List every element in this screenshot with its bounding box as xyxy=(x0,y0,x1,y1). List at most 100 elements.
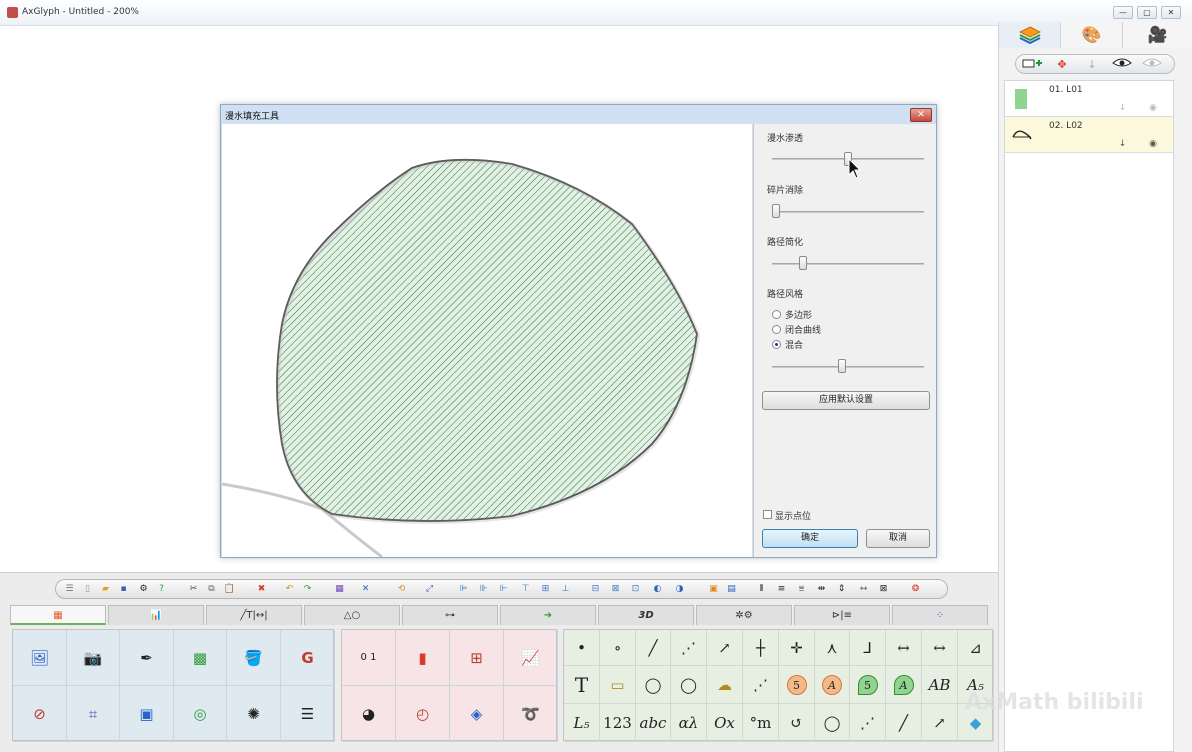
tab-lines-text[interactable]: ╱T|↔| xyxy=(206,605,302,625)
number-pin-green[interactable]: 5 xyxy=(850,666,886,704)
add-layer-icon[interactable] xyxy=(1020,57,1044,72)
circle-symbol[interactable]: ◯ xyxy=(815,704,850,742)
vector-arrow-symbol[interactable]: ↗ xyxy=(922,704,958,742)
align-right-icon[interactable]: ⊩ xyxy=(496,583,511,596)
same-width-icon[interactable]: ⇹ xyxy=(814,583,829,596)
align-left-icon[interactable]: ⊫ xyxy=(456,583,471,596)
tab-arrows[interactable]: ➜ xyxy=(500,605,596,625)
cancel-button[interactable]: 取消 xyxy=(866,529,930,548)
layer-item[interactable]: 01. L01 ↓ ◉ xyxy=(1005,81,1173,117)
help-icon[interactable]: ? xyxy=(154,583,169,596)
open-folder-icon[interactable]: ▰ xyxy=(98,583,113,596)
cut-icon[interactable]: ✂ xyxy=(186,583,201,596)
surface-plot-icon[interactable]: ◈ xyxy=(450,686,504,742)
arrow-symbol[interactable]: ↗ xyxy=(707,630,743,666)
move-down-red-icon[interactable]: ✥ xyxy=(1050,57,1074,72)
space-h-icon[interactable]: ⫴ xyxy=(754,583,769,596)
palette-tab[interactable]: 🎨 xyxy=(1061,22,1123,48)
mirror-icon[interactable]: ◑ xyxy=(672,583,687,596)
gauge-icon[interactable]: ◴ xyxy=(396,686,450,742)
geogebra-icon[interactable]: G xyxy=(281,630,335,686)
insert-image-icon[interactable]: 🖼 xyxy=(13,630,67,686)
apply-default-button[interactable]: 应用默认设置 xyxy=(762,391,930,410)
abc-symbol[interactable]: abc xyxy=(636,704,671,742)
spiral-icon[interactable]: ➰ xyxy=(504,686,558,742)
align-middle-icon[interactable]: ⊞ xyxy=(538,583,553,596)
layer-item-selected[interactable]: 02. L02 ↓ ◉ xyxy=(1005,117,1173,153)
corner-axes-symbol[interactable]: ⅃ xyxy=(850,630,886,666)
rotate-icon[interactable]: ⟲ xyxy=(394,583,409,596)
ring-tool-icon[interactable]: ◎ xyxy=(174,686,227,742)
screenshot-icon[interactable]: 📷 xyxy=(67,630,120,686)
show-eye-icon[interactable] xyxy=(1110,57,1134,72)
greek-symbol[interactable]: αλ xyxy=(671,704,707,742)
measure-symbol[interactable]: ⋰ xyxy=(743,666,779,704)
hide-eye-icon[interactable] xyxy=(1140,57,1164,72)
line-symbol[interactable]: ╱ xyxy=(636,630,671,666)
fill-bucket-icon[interactable]: 🪣 xyxy=(227,630,281,686)
graph-plot-icon[interactable]: ⊞ xyxy=(450,630,504,686)
minimize-button[interactable]: — xyxy=(1113,6,1133,19)
fragment-removal-slider[interactable] xyxy=(772,211,924,213)
delete-icon[interactable]: ✖ xyxy=(254,583,269,596)
three-axes-symbol[interactable]: ⋏ xyxy=(815,630,850,666)
brain-icon[interactable]: ✺ xyxy=(227,686,281,742)
number-format-symbol[interactable]: 123 xyxy=(600,704,636,742)
text-symbol[interactable]: T xyxy=(564,666,600,704)
dimension-symbol[interactable]: ↔ xyxy=(886,630,922,666)
group-icon[interactable]: ▣ xyxy=(706,583,721,596)
number-badge-orange[interactable]: 5 xyxy=(779,666,815,704)
fragment-removal-thumb[interactable] xyxy=(772,204,780,218)
number-line-icon[interactable]: 0 1 xyxy=(342,630,396,686)
distribute-icon[interactable]: ⊡ xyxy=(628,583,643,596)
ox-symbol[interactable]: Ox xyxy=(707,704,743,742)
equal-space-icon[interactable]: ⩸ xyxy=(794,583,809,596)
distribute-v-icon[interactable]: ⊠ xyxy=(608,583,623,596)
ellipse-tool-icon[interactable]: ⊘ xyxy=(13,686,67,742)
axes-symbol[interactable]: ✛ xyxy=(779,630,815,666)
callout-rect-symbol[interactable]: ▭ xyxy=(600,666,636,704)
dot-symbol[interactable]: • xyxy=(564,630,600,666)
tab-circuits[interactable]: ⊳|≡ xyxy=(794,605,890,625)
tab-connectors[interactable]: ⊶ xyxy=(402,605,498,625)
align-bottom-icon[interactable]: ⊥ xyxy=(558,583,573,596)
dots-circle-icon[interactable]: ❂ xyxy=(908,583,923,596)
space-v-icon[interactable]: ≡ xyxy=(774,583,789,596)
new-file-icon[interactable]: ▯ xyxy=(80,583,95,596)
tab-misc[interactable]: ⁘ xyxy=(892,605,988,625)
dotted-line-symbol[interactable]: ⋰ xyxy=(850,704,886,742)
tab-images[interactable]: ▦ xyxy=(10,605,106,625)
align-center-icon[interactable]: ⊪ xyxy=(476,583,491,596)
letter-badge-orange[interactable]: A xyxy=(815,666,850,704)
dimension-arrow-symbol[interactable]: ↔ xyxy=(922,630,958,666)
snap-icon[interactable]: ✕ xyxy=(358,583,373,596)
crop-tool-icon[interactable]: ▣ xyxy=(120,686,174,742)
maximize-button[interactable]: ▢ xyxy=(1137,6,1157,19)
path-simplify-thumb[interactable] xyxy=(799,256,807,270)
pie-chart-icon[interactable]: ◕ xyxy=(342,686,396,742)
close-button[interactable]: ✕ xyxy=(1161,6,1181,19)
pen-tool-icon[interactable]: ✒ xyxy=(120,630,174,686)
dashed-line-symbol[interactable]: ⋰ xyxy=(671,630,707,666)
layer-visibility-icons[interactable]: ↓ ◉ xyxy=(1119,103,1167,113)
align-top-icon[interactable]: ⊤ xyxy=(518,583,533,596)
save-icon[interactable]: ▪ xyxy=(116,583,131,596)
move-down-icon[interactable]: ↓ xyxy=(1080,57,1104,72)
list-icon[interactable]: ☰ xyxy=(62,583,77,596)
callout-oval-symbol[interactable]: ◯ xyxy=(671,666,707,704)
layers-list-icon[interactable]: ☰ xyxy=(281,686,335,742)
same-size-icon[interactable]: ⇿ xyxy=(856,583,871,596)
thick-line-symbol[interactable]: ╱ xyxy=(886,704,922,742)
ungroup-icon[interactable]: ▤ xyxy=(724,583,739,596)
polygon-radio[interactable] xyxy=(772,310,781,319)
callout-round-symbol[interactable]: ◯ xyxy=(636,666,671,704)
undo-icon[interactable]: ↶ xyxy=(282,583,297,596)
layers-tab[interactable] xyxy=(999,22,1061,48)
box-edit-icon[interactable]: ▩ xyxy=(174,630,227,686)
l5-symbol[interactable]: L₅ xyxy=(564,704,600,742)
angle-symbol[interactable]: ⊿ xyxy=(958,630,994,666)
degree-symbol[interactable]: °m xyxy=(743,704,779,742)
grid-icon[interactable]: ▦ xyxy=(332,583,347,596)
ab-symbol[interactable]: AB xyxy=(922,666,958,704)
gear-icon[interactable]: ⚙ xyxy=(136,583,151,596)
